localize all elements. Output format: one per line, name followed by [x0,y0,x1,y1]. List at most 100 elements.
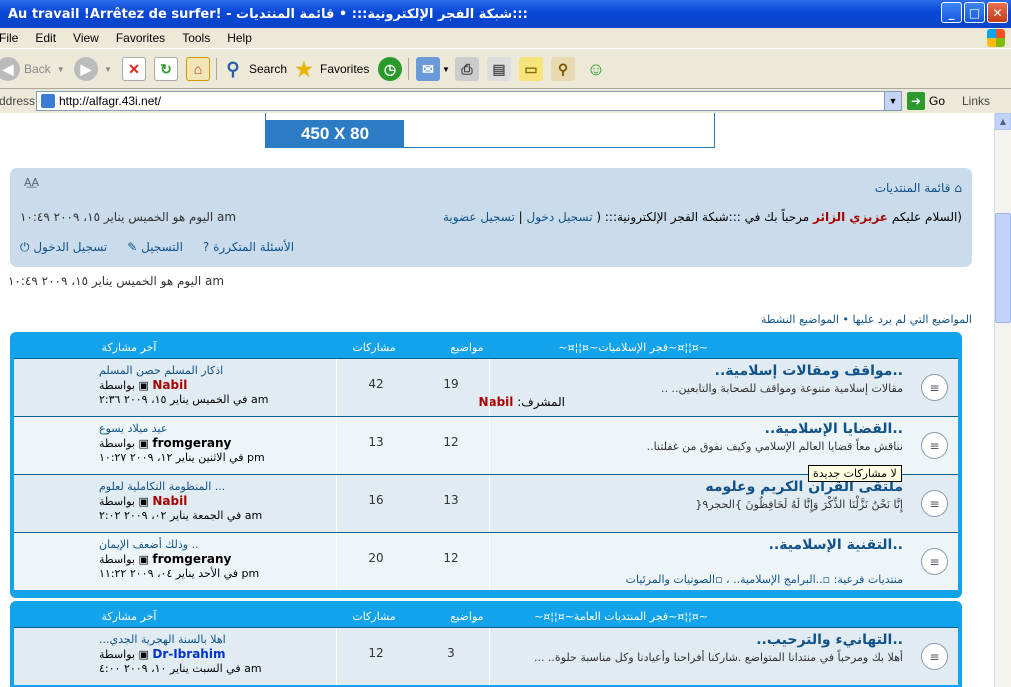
home-button[interactable]: ⌂ [186,56,210,82]
minimize-button[interactable]: _ [941,2,962,23]
col-last-post: آخر مشاركة [101,610,157,623]
home-icon: ⌂ [186,57,210,81]
forum-title[interactable]: ..مواقف ومقالات إسلامية.. [715,363,903,379]
menu-edit[interactable]: Edit [35,31,56,45]
page-viewport: 450 X 80 A͟A قائمة المنتديات ⌂ (السلام ع… [0,113,994,687]
last-post-title[interactable]: ...اهلا بالسنة الهجرية الجدي [99,633,262,647]
last-post-user[interactable]: Nabil [152,494,187,508]
ad-banner[interactable]: 450 X 80 [265,113,715,148]
posts-count: 20 [368,551,384,565]
col-topics: مواضيع [450,610,484,623]
mail-button[interactable]: ✉ ▼ [416,56,450,82]
forum-title[interactable]: ..القضايا الإسلامية.. [765,421,903,437]
window-titlebar: Au travail !Arrêtez de surfer! - شبكة ال… [0,0,1011,28]
last-post-user[interactable]: fromgerany [152,552,231,566]
favorites-button[interactable]: ★ Favorites [292,56,369,82]
forum-list: ≡ ..التهانيء والترحيب.. أهلا بك ومرحباً … [14,627,958,685]
forward-arrow-icon: ▶ [74,57,98,81]
register-nav-link[interactable]: ✎ التسجيل [127,240,193,255]
search-icon: ⚲ [226,58,240,79]
maximize-button[interactable]: □ [964,2,985,23]
subforum-link[interactable]: ▫الصوتيات والمرئيات [626,573,723,586]
discuss-button[interactable]: ▭ [519,56,543,82]
forum-title[interactable]: ..التهانيء والترحيب.. [756,632,903,648]
topics-count: 12 [443,551,459,565]
faq-link[interactable]: ? الأسئلة المتكررة [203,240,304,255]
forum-desc: أهلا بك ومرحباً في منتدانا المتواضع .شار… [533,651,903,664]
category-header: ~¤¦¦¤~فجر المنتديات العامة~¤¦¦¤~ مواضيع … [14,604,958,627]
back-arrow-icon: ◀ [0,57,20,81]
login-link[interactable]: تسجيل دخول [527,210,593,224]
scroll-thumb[interactable] [995,213,1011,323]
go-button[interactable]: ➜ Go [907,92,945,110]
last-post: المنظومة التكاملية لعلوم ... بواسطة ▣ Na… [99,480,263,522]
edit-page-icon: ▤ [487,57,511,81]
links-button[interactable]: Links [962,94,990,108]
last-post-title[interactable]: وذلك أضعف الإيمان .. [99,538,259,552]
last-post-user[interactable]: fromgerany [152,436,231,450]
history-button[interactable]: ◷ [378,56,402,82]
menu-tools[interactable]: Tools [182,31,210,45]
address-dropdown-icon[interactable]: ▼ [884,92,901,110]
search-button[interactable]: ⚲ Search [221,56,287,82]
banner-size-label: 450 X 80 [266,120,404,147]
posts-count: 13 [368,435,384,449]
menu-help[interactable]: Help [227,31,252,45]
print-button[interactable]: ⎙ [455,56,479,82]
last-post-user[interactable]: Nabil [152,378,187,392]
font-size-icon[interactable]: A͟A [24,176,39,189]
last-post-title[interactable]: اذكار المسلم حصن المسلم [99,364,268,378]
last-post-title[interactable]: عيد ميلاد يسوع [99,422,265,436]
register-link[interactable]: تسجيل عضوية [443,210,515,224]
edit-button[interactable]: ▤ [487,56,511,82]
research-button[interactable]: ⚲ [551,56,575,82]
last-post-time: في الجمعة يناير ٠٢، ٢٠٠٩ ٢:٠٢ am [99,509,263,522]
category-title[interactable]: ~¤¦¦¤~فجر الإسلاميات~¤¦¦¤~ [558,341,708,354]
window-title: Au travail !Arrêtez de surfer! - شبكة ال… [8,6,528,22]
mail-icon: ✉ [416,57,440,81]
last-post-title[interactable]: المنظومة التكاملية لعلوم ... [99,480,262,494]
col-posts: مشاركات [352,610,396,623]
navbar-time: اليوم هو الخميس يناير ١٥، ٢٠٠٩ ١٠:٤٩ am [20,210,237,224]
menu-favorites[interactable]: Favorites [116,31,165,45]
post-icon: ▣ [138,648,149,661]
subforum-link[interactable]: ▫..البرامج الإسلامية.. [733,573,830,586]
breadcrumb-home[interactable]: قائمة المنتديات ⌂ [875,181,962,195]
forum-row: ≡ ..التقنية الإسلامية.. منتديات فرعية: ▫… [14,532,958,590]
refresh-button[interactable]: ↻ [154,56,178,82]
col-last-post: آخر مشاركة [101,341,157,354]
category-title[interactable]: ~¤¦¦¤~فجر المنتديات العامة~¤¦¦¤~ [534,610,708,623]
menu-file[interactable]: File [0,31,18,45]
moderator-name[interactable]: Nabil [478,395,513,409]
close-button[interactable]: ✕ [987,2,1008,23]
menu-view[interactable]: View [73,31,99,45]
stop-icon: ✕ [122,57,146,81]
last-post-time: في الاثنين يناير ١٢، ٢٠٠٩ ١٠:٢٧ pm [99,451,265,464]
address-input[interactable]: http://alfagr.43i.net/ ▼ [36,91,902,111]
forum-title[interactable]: ..التقنية الإسلامية.. [769,537,903,553]
address-label: Address [0,94,36,108]
quick-links[interactable]: المواضيع التي لم يرد عليها • المواضيع ال… [761,313,972,326]
forum-row: ≡ ..التهانيء والترحيب.. أهلا بك ومرحباً … [14,627,958,685]
last-post-user[interactable]: Dr-Ibrahim [152,647,225,661]
note-icon: ▭ [519,57,543,81]
forum-read-icon: ≡ [921,374,948,401]
post-icon: ▣ [138,495,149,508]
history-icon: ◷ [378,57,402,81]
back-button[interactable]: ◀ Back ▼ [0,56,65,82]
forum-desc: إِنَّا نَحْنُ نَزَّلْنَا الذِّكْرَ وَإِن… [695,498,903,511]
refresh-icon: ↻ [154,57,178,81]
chevron-down-icon: ▼ [56,64,65,74]
forum-navbar: A͟A قائمة المنتديات ⌂ (السلام عليكم عزيز… [10,168,972,267]
scroll-up-icon[interactable]: ▲ [995,113,1011,130]
messenger-icon: ☺ [586,58,606,79]
tooltip: لا مشاركات جديدة [808,465,902,482]
vertical-scrollbar[interactable]: ▲ [994,113,1011,687]
forward-button[interactable]: ▶ ▼ [74,56,112,82]
messenger-button[interactable]: ☺ [584,56,608,82]
stop-button[interactable]: ✕ [122,56,146,82]
last-post-time: في الأحد يناير ٠٤، ٢٠٠٩ ١١:٢٢ pm [99,567,260,580]
login-nav-link[interactable]: ⏻ تسجيل الدخول [20,240,117,255]
chevron-down-icon: ▼ [442,64,450,74]
post-icon: ▣ [138,379,149,392]
